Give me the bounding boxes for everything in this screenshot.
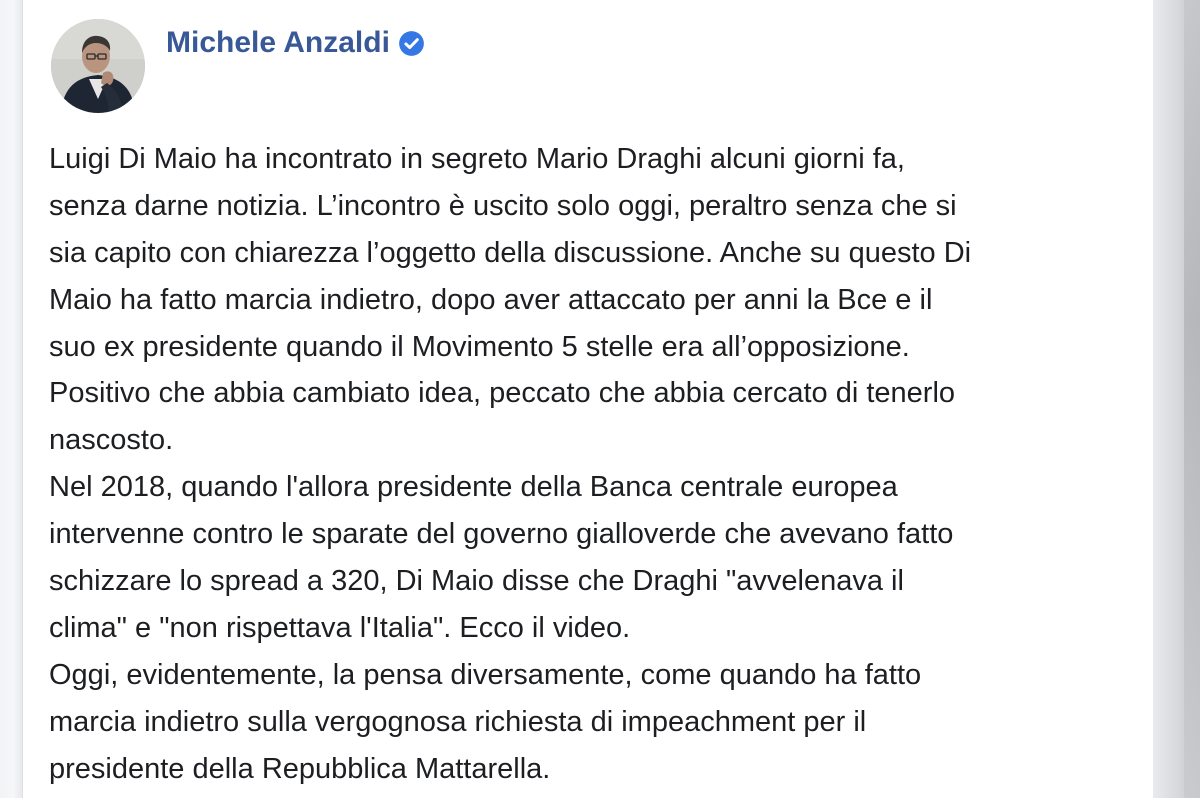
post-text-line: clima" e "non rispettava l'Italia". Ecco… xyxy=(49,611,631,644)
facebook-post-screenshot: Michele Anzaldi Luigi Di Maio ha incontr… xyxy=(0,0,1200,798)
post-text-line: Maio ha fatto marcia indietro, dopo aver… xyxy=(49,283,933,316)
post-text-line: intervenne contro le sparate del governo… xyxy=(49,518,954,551)
post-text-line: Oggi, evidentemente, la pensa diversamen… xyxy=(49,658,922,691)
post-text-line: marcia indietro sulla vergognosa richies… xyxy=(49,705,867,738)
avatar-photo xyxy=(51,19,145,113)
post-text-line: suo ex presidente quando il Movimento 5 … xyxy=(49,330,910,363)
post-text-line: Luigi Di Maio ha incontrato in segreto M… xyxy=(49,143,905,175)
scrollbar-track[interactable] xyxy=(1184,0,1200,798)
post-header: Michele Anzaldi xyxy=(166,23,425,63)
author-avatar[interactable] xyxy=(51,19,145,113)
post-text-line: presidente della Repubblica Mattarella. xyxy=(49,752,551,785)
post-text-line: schizzare lo spread a 320, Di Maio disse… xyxy=(49,565,904,598)
verified-badge-icon xyxy=(398,30,425,57)
author-name-link[interactable]: Michele Anzaldi xyxy=(166,26,390,60)
post-text-line: sia capito con chiarezza l’oggetto della… xyxy=(49,236,972,269)
post-body: Luigi Di Maio ha incontrato in segreto M… xyxy=(49,136,1129,792)
post-text-line: nascosto. xyxy=(49,424,174,457)
post-text-line: Positivo che abbia cambiato idea, peccat… xyxy=(49,377,956,410)
page-background-left xyxy=(0,0,22,798)
post-text-line: Nel 2018, quando l'allora presidente del… xyxy=(49,471,898,504)
post-text-line: senza darne notizia. L’incontro è uscito… xyxy=(49,189,957,222)
